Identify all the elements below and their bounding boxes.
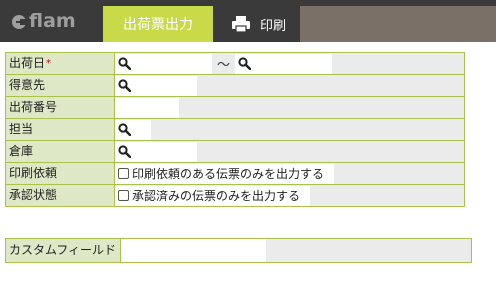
approval-option[interactable]: 承認済みの伝票のみを出力する bbox=[115, 185, 311, 206]
search-icon bbox=[118, 57, 131, 70]
row-print-request: 印刷依頼 印刷依頼のある伝票のみを出力する bbox=[6, 163, 464, 185]
assignee-cell bbox=[115, 119, 464, 140]
top-bar: flam 出荷票出力 印刷 bbox=[0, 0, 496, 42]
ship-date-label-text: 出荷日 bbox=[9, 56, 46, 70]
required-mark: * bbox=[46, 58, 52, 69]
warehouse-input[interactable] bbox=[115, 141, 197, 162]
tab-ship-slip-output-label: 出荷票出力 bbox=[123, 17, 193, 33]
print-request-label: 印刷依頼 bbox=[6, 163, 115, 184]
search-form: 出荷日* ～ 得意先 出荷番号 担当 倉庫 印刷依頼 印刷依頼のある伝票のみを出… bbox=[5, 52, 465, 207]
assignee-label: 担当 bbox=[6, 119, 115, 140]
approval-cell: 承認済みの伝票のみを出力する bbox=[115, 185, 464, 206]
row-customer: 得意先 bbox=[6, 75, 464, 97]
ship-date-cell: ～ bbox=[115, 53, 464, 74]
warehouse-label: 倉庫 bbox=[6, 141, 115, 162]
ship-date-label: 出荷日* bbox=[6, 53, 115, 74]
tab-bar-filler bbox=[300, 6, 496, 42]
logo-icon bbox=[12, 14, 27, 29]
approval-label: 承認状態 bbox=[6, 185, 115, 206]
ship-number-input[interactable] bbox=[115, 97, 179, 118]
print-request-option[interactable]: 印刷依頼のある伝票のみを出力する bbox=[115, 163, 335, 184]
print-request-checkbox[interactable] bbox=[118, 168, 129, 179]
row-approval: 承認状態 承認済みの伝票のみを出力する bbox=[6, 185, 464, 207]
ship-date-to-input[interactable] bbox=[235, 53, 332, 74]
range-separator: ～ bbox=[216, 58, 230, 73]
tab-ship-slip-output[interactable]: 出荷票出力 bbox=[103, 6, 213, 42]
approval-checkbox[interactable] bbox=[118, 190, 129, 201]
warehouse-cell bbox=[115, 141, 464, 162]
custom-field-form: カスタムフィールド bbox=[5, 238, 472, 263]
row-assignee: 担当 bbox=[6, 119, 464, 141]
row-ship-date: 出荷日* ～ bbox=[6, 53, 464, 75]
logo-text: flam bbox=[29, 10, 76, 32]
row-warehouse: 倉庫 bbox=[6, 141, 464, 163]
ship-number-label: 出荷番号 bbox=[6, 97, 115, 118]
customer-input[interactable] bbox=[115, 75, 197, 96]
customer-label: 得意先 bbox=[6, 75, 115, 96]
approval-checkbox-label: 承認済みの伝票のみを出力する bbox=[132, 189, 301, 203]
print-request-cell: 印刷依頼のある伝票のみを出力する bbox=[115, 163, 464, 184]
printer-icon bbox=[232, 16, 250, 33]
row-ship-number: 出荷番号 bbox=[6, 97, 464, 119]
print-request-checkbox-label: 印刷依頼のある伝票のみを出力する bbox=[132, 167, 325, 181]
ship-number-cell bbox=[115, 97, 464, 118]
customer-cell bbox=[115, 75, 464, 96]
ship-date-from-input[interactable] bbox=[115, 53, 212, 74]
app-logo[interactable]: flam bbox=[12, 9, 76, 33]
search-icon bbox=[238, 57, 251, 70]
assignee-input[interactable] bbox=[115, 119, 151, 140]
tab-print[interactable]: 印刷 bbox=[213, 6, 300, 42]
search-icon bbox=[118, 145, 131, 158]
custom-field-label: カスタムフィールド bbox=[6, 239, 121, 262]
search-icon bbox=[118, 123, 131, 136]
custom-field-input[interactable] bbox=[121, 239, 266, 262]
tab-print-label: 印刷 bbox=[260, 18, 287, 34]
custom-field-cell bbox=[121, 239, 471, 262]
search-icon bbox=[118, 79, 131, 92]
